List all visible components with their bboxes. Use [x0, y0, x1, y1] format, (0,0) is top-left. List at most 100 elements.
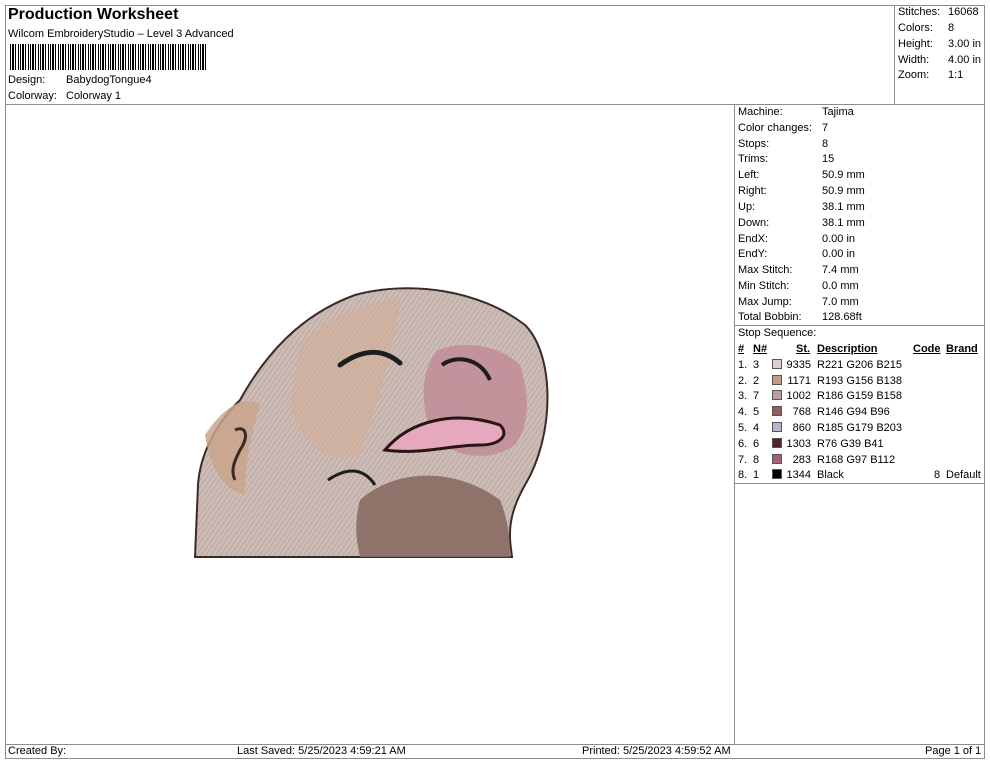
row-stitches: 1171: [787, 375, 811, 387]
summary-value: 16068: [948, 6, 979, 18]
row-stitches: 283: [792, 454, 811, 466]
row-needle: 4: [753, 422, 760, 434]
header-divider: [5, 104, 985, 105]
info-value: 38.1 mm: [822, 217, 865, 229]
row-needle: 1: [753, 469, 760, 481]
row-num: 3.: [738, 390, 748, 402]
design-label: Design:: [8, 74, 46, 86]
row-description: R146 G94 B96: [817, 406, 890, 418]
info-label: Trims:: [738, 153, 769, 165]
embroidery-design-preview: [193, 287, 549, 558]
summary-value: 3.00 in: [948, 38, 982, 50]
barcode: [10, 44, 208, 70]
row-needle: 6: [753, 438, 760, 450]
info-value: 0.00 in: [822, 248, 856, 260]
software-name: Wilcom EmbroideryStudio – Level 3 Advanc…: [8, 28, 234, 40]
col-header-code: Code: [913, 343, 941, 355]
row-num: 5.: [738, 422, 748, 434]
row-num: 6.: [738, 438, 748, 450]
row-num: 7.: [738, 454, 748, 466]
info-value: 8: [822, 138, 829, 150]
machine-info-divider: [734, 325, 985, 326]
row-num: 8.: [738, 469, 748, 481]
row-stitches: 1002: [786, 390, 811, 402]
row-stitches: 860: [792, 422, 811, 434]
row-description: R186 G159 B158: [817, 390, 903, 402]
summary-label: Stitches:: [898, 6, 941, 18]
info-label: Max Stitch:: [738, 264, 793, 276]
color-swatch: [772, 438, 782, 448]
info-value: 7: [822, 122, 829, 134]
row-num: 2.: [738, 375, 748, 387]
info-value: 128.68ft: [822, 311, 862, 323]
page-title: Production Worksheet: [8, 6, 179, 23]
row-num: 1.: [738, 359, 748, 371]
info-label: EndY:: [738, 248, 768, 260]
col-header-description: Description: [817, 343, 878, 355]
info-label: Down:: [738, 217, 770, 229]
footer-last-saved: Last Saved: 5/25/2023 4:59:21 AM: [237, 745, 406, 757]
row-stitches: 768: [792, 406, 811, 418]
color-swatch: [772, 454, 782, 464]
summary-label: Colors:: [898, 22, 933, 34]
row-description: R185 G179 B203: [817, 422, 903, 434]
info-value: 0.0 mm: [822, 280, 859, 292]
info-label: EndX:: [738, 233, 768, 245]
row-stitches: 1303: [786, 438, 811, 450]
info-label: Max Jump:: [738, 296, 792, 308]
row-description: R76 G39 B41: [817, 438, 884, 450]
col-header-brand: Brand: [946, 343, 978, 355]
color-swatch: [772, 359, 782, 369]
info-label: Left:: [738, 169, 760, 181]
footer-page: Page 1 of 1: [925, 745, 982, 757]
color-swatch: [772, 375, 782, 385]
info-label: Right:: [738, 185, 767, 197]
info-value: 38.1 mm: [822, 201, 865, 213]
summary-label: Height:: [898, 38, 933, 50]
row-brand: Default: [946, 469, 981, 481]
row-needle: 3: [753, 359, 760, 371]
color-swatch: [772, 422, 782, 432]
row-needle: 7: [753, 390, 760, 402]
summary-value: 1:1: [948, 69, 964, 81]
row-description: R168 G97 B112: [817, 454, 896, 466]
stop-sequence-divider: [734, 483, 985, 484]
row-stitches: 1344: [786, 469, 811, 481]
color-swatch: [772, 469, 782, 479]
info-value: 7.0 mm: [822, 296, 859, 308]
row-stitches: 9335: [786, 359, 811, 371]
info-value: 0.00 in: [822, 233, 856, 245]
color-swatch: [772, 406, 782, 416]
summary-value: 8: [948, 22, 955, 34]
design-value: BabydogTongue4: [66, 74, 152, 86]
info-label: Min Stitch:: [738, 280, 790, 292]
col-header-needle: N#: [753, 343, 768, 355]
info-value: 7.4 mm: [822, 264, 859, 276]
row-description: R193 G156 B138: [817, 375, 903, 387]
info-value: 50.9 mm: [822, 185, 865, 197]
row-num: 4.: [738, 406, 748, 418]
info-label: Machine:: [738, 106, 783, 118]
stop-sequence-title: Stop Sequence:: [738, 327, 817, 339]
info-value: 50.9 mm: [822, 169, 865, 181]
info-label: Stops:: [738, 138, 770, 150]
row-needle: 2: [753, 375, 760, 387]
row-needle: 5: [753, 406, 760, 418]
colorway-label: Colorway:: [8, 90, 57, 102]
footer-printed: Printed: 5/25/2023 4:59:52 AM: [582, 745, 731, 757]
col-header-stitches: St.: [796, 343, 811, 355]
info-label: Color changes:: [738, 122, 812, 134]
row-description: R221 G206 B215: [817, 359, 903, 371]
col-header-num: #: [738, 343, 745, 355]
colorway-value: Colorway 1: [66, 90, 122, 102]
color-swatch: [772, 390, 782, 400]
summary-label: Width:: [898, 54, 930, 66]
row-needle: 8: [753, 454, 760, 466]
sidebar-divider: [734, 104, 735, 744]
summary-value: 4.00 in: [948, 54, 982, 66]
info-label: Total Bobbin:: [738, 311, 802, 323]
footer-divider: [5, 744, 985, 745]
summary-divider: [894, 5, 895, 105]
info-label: Up:: [738, 201, 756, 213]
row-code: 8: [934, 469, 941, 481]
